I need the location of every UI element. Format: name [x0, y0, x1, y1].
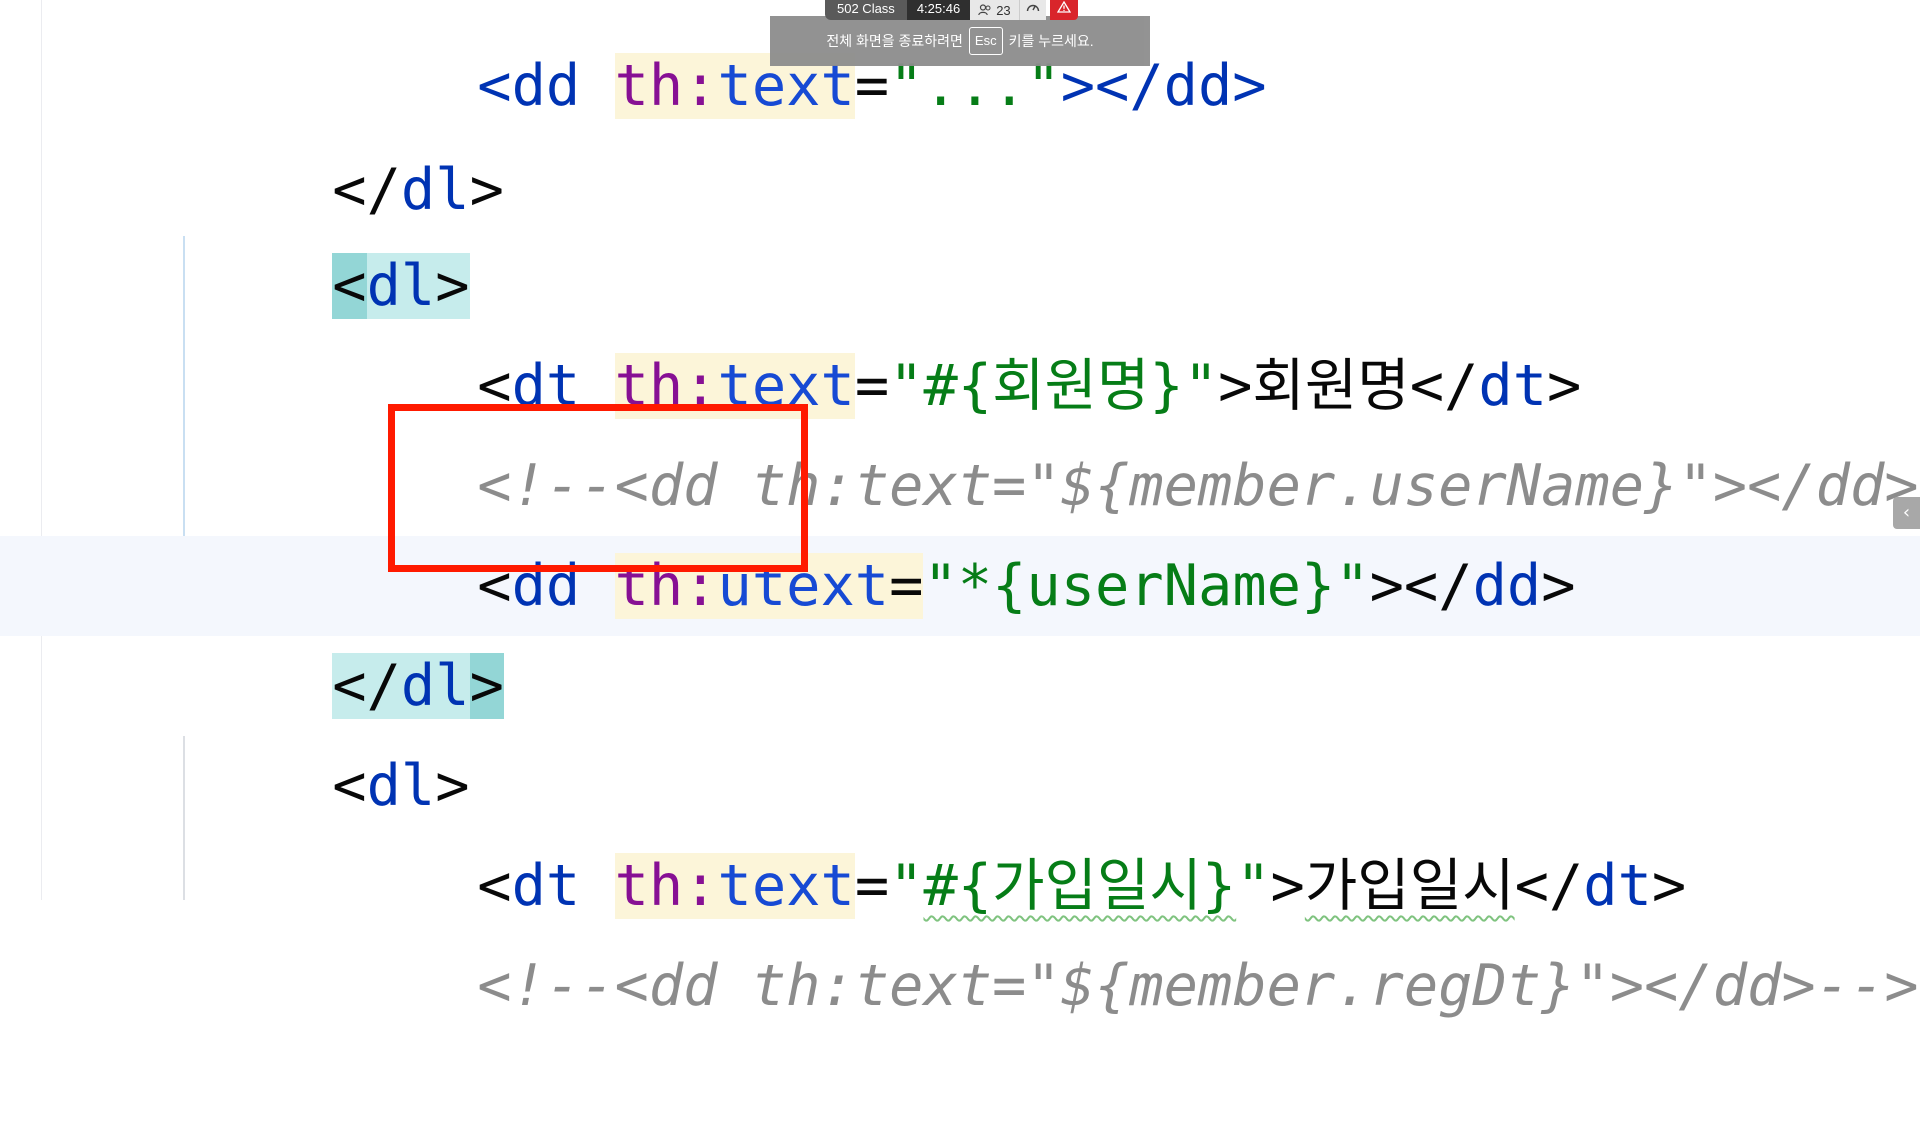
bracket-match: > [469, 653, 504, 719]
gutter-divider [41, 0, 42, 900]
users-icon [978, 4, 991, 16]
indent-guide [183, 736, 185, 900]
network-gauge-button[interactable] [1018, 0, 1046, 20]
participants-button[interactable]: 23 [970, 0, 1019, 20]
indent-guide [183, 236, 185, 536]
gauge-icon [1026, 4, 1039, 12]
hint-text-before: 전체 화면을 종료하려면 [826, 33, 963, 49]
class-name-label: 502 Class [825, 0, 907, 20]
annotation-rectangle [388, 404, 808, 572]
equals: = [889, 553, 924, 619]
bracket: > [1541, 553, 1576, 619]
chevron-left-icon: ‹ [1902, 502, 1911, 523]
session-timer: 4:25:46 [906, 0, 971, 20]
code-line[interactable]: <dt th:text="#{회원명}">회원명</dt> [340, 236, 1581, 419]
remote-session-bar[interactable]: 502 Class 4:25:46 23 [825, 0, 1078, 20]
bracket: ></ [1369, 553, 1473, 619]
hint-text-after: 키를 누르세요. [1008, 33, 1094, 49]
attr-value: *{userName} [957, 553, 1336, 619]
comment: <!--<dd th:text="${member.regDt}"></dd>-… [477, 953, 1919, 1019]
code-line[interactable]: <dl> [195, 636, 469, 819]
quote: " [923, 553, 958, 619]
fullscreen-exit-hint: 전체 화면을 종료하려면 Esc 키를 누르세요. [770, 16, 1150, 66]
code-line[interactable]: <dl> [195, 136, 470, 319]
alert-button[interactable] [1049, 0, 1078, 20]
quote: " [1335, 553, 1370, 619]
alert-triangle-icon [1056, 0, 1071, 13]
participant-count: 23 [996, 2, 1011, 18]
code-line[interactable]: <dt th:text="#{가입일시}">가입일시</dt> [340, 736, 1686, 919]
esc-key-badge: Esc [968, 27, 1003, 55]
code-line[interactable]: </dl> [195, 40, 504, 223]
attr-namespace: th: [614, 53, 718, 119]
code-line[interactable]: <!--<dd th:text="${member.regDt}"></dd>-… [340, 836, 1918, 1019]
collapse-panel-button[interactable]: ‹ [1893, 497, 1920, 529]
tag-name: dd [1472, 553, 1542, 619]
bracket: > [469, 157, 504, 223]
